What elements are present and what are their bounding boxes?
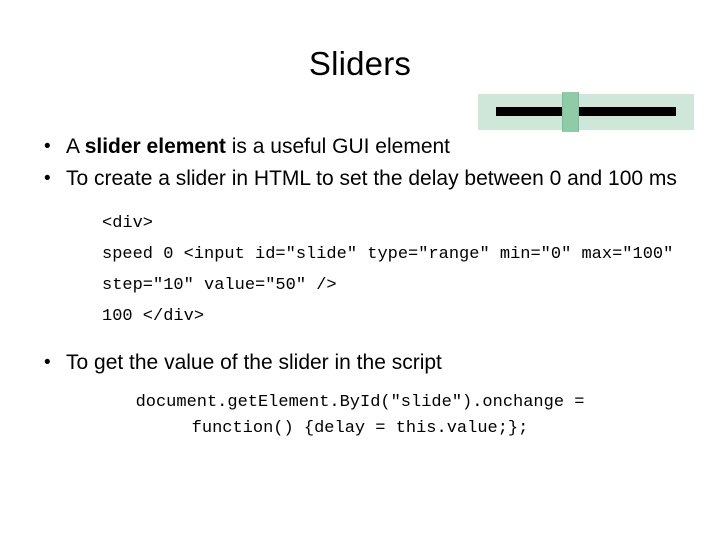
slider-handle <box>562 92 579 132</box>
slide: Sliders A slider element is a useful GUI… <box>0 0 720 540</box>
bullet-list: A slider element is a useful GUI element… <box>0 132 720 194</box>
bullet-1-part-3: is a useful GUI element <box>225 135 451 158</box>
bullet-2-text: To create a slider in HTML to set the de… <box>66 167 677 190</box>
bullet-3-text: To get the value of the slider in the sc… <box>66 351 442 374</box>
list-item: A slider element is a useful GUI element <box>0 132 720 162</box>
code-script-line-1: document.getElement.ById("slide").onchan… <box>135 393 585 412</box>
list-item: To get the value of the slider in the sc… <box>0 348 720 378</box>
bullet-1-part-2: slider element <box>84 135 226 158</box>
bullet-list-2: To get the value of the slider in the sc… <box>0 348 720 378</box>
slider-control-graphic <box>478 92 694 132</box>
bullet-1-part-1: A <box>66 135 85 158</box>
code-script-line-2: function() {delay = this.value;}; <box>191 419 529 438</box>
code-block-script: document.getElement.ById("slide").onchan… <box>0 390 720 442</box>
list-item: To create a slider in HTML to set the de… <box>0 164 720 194</box>
page-title: Sliders <box>308 45 412 82</box>
slider-bar <box>496 107 676 116</box>
code-block-slider-markup: <div> speed 0 <input id="slide" type="ra… <box>102 214 674 326</box>
slide-content: A slider element is a useful GUI element… <box>0 132 720 442</box>
